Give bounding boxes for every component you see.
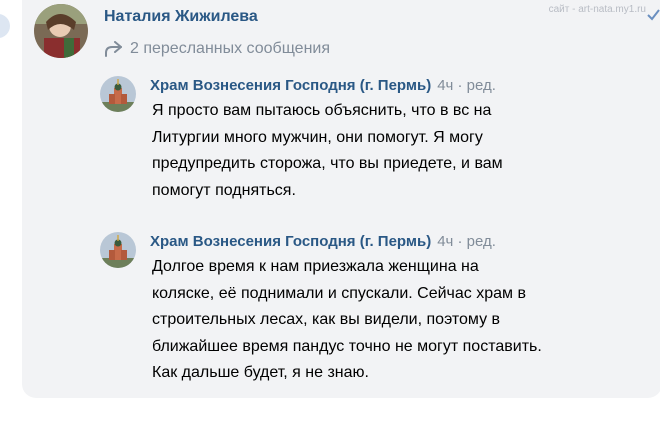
author-name[interactable]: Храм Вознесения Господня (г. Пермь) <box>150 77 431 94</box>
message-text: Долгое время к нам приезжала женщина на … <box>152 254 632 387</box>
adjacent-avatar-edge <box>0 14 10 38</box>
message-line: Как дальше будет, я не знаю. <box>152 364 369 381</box>
avatar[interactable] <box>34 4 88 58</box>
message-line: Долгое время к нам приезжала женщина на <box>152 258 479 275</box>
message-line: ближайшее время пандус точно не могут по… <box>152 337 542 355</box>
message-line: строительных лесах, как вы видели, поэто… <box>152 311 501 328</box>
church-avatar[interactable] <box>100 232 136 268</box>
message-author-line: Храм Вознесения Господня (г. Пермь) 4ч · … <box>150 232 496 252</box>
message-line: Литургии много мужчин, они помогут. Я мо… <box>152 128 483 146</box>
watermark: сайт - art-nata.my1.ru <box>548 4 646 15</box>
church-avatar[interactable] <box>100 76 136 112</box>
message-time: 4ч · ред. <box>437 77 496 94</box>
author-name[interactable]: Храм Вознесения Господня (г. Пермь) <box>150 233 431 250</box>
message-line: предупредить сторожа, что вы приедете, и… <box>152 155 503 172</box>
message-line: коляске, её поднимали и спускали. Сейчас… <box>152 284 526 302</box>
message-author-line: Храм Вознесения Господня (г. Пермь) 4ч · … <box>150 76 496 96</box>
forward-arrow-icon <box>105 41 122 57</box>
message-text: Я просто вам пытаюсь объяснить, что в вс… <box>152 98 632 204</box>
message-line: помогут подняться. <box>152 181 296 199</box>
sender-name[interactable]: Наталия Жижилева <box>104 8 258 26</box>
message-line: Я просто вам пытаюсь объяснить, что в вс… <box>152 102 492 119</box>
message-time: 4ч · ред. <box>437 233 496 250</box>
forwarded-count-label: 2 пересланных сообщения <box>130 40 331 57</box>
checkmark-icon <box>647 9 660 21</box>
forwarded-messages-header[interactable]: 2 пересланных сообщения <box>104 40 330 58</box>
